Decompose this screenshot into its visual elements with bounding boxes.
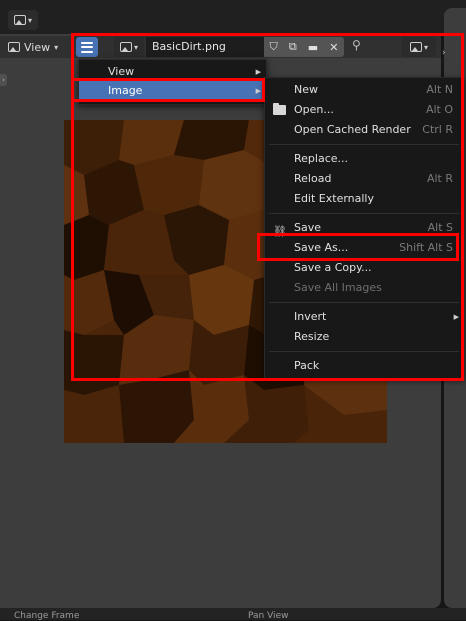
top-area-strip <box>0 0 466 34</box>
toolbar-expand-handle[interactable]: › <box>0 74 7 86</box>
editor-type-selector[interactable]: ▾ <box>8 10 38 30</box>
annotation-box-save-as <box>257 233 459 261</box>
view-mode-selector[interactable]: View ▾ <box>8 38 68 56</box>
chevron-down-icon: ▾ <box>54 42 59 52</box>
annotation-box-image-item <box>71 78 265 102</box>
image-view-icon <box>8 42 20 52</box>
chevron-down-icon: ▾ <box>27 15 32 25</box>
image-editor-icon <box>13 15 26 25</box>
view-mode-label: View <box>24 40 51 54</box>
